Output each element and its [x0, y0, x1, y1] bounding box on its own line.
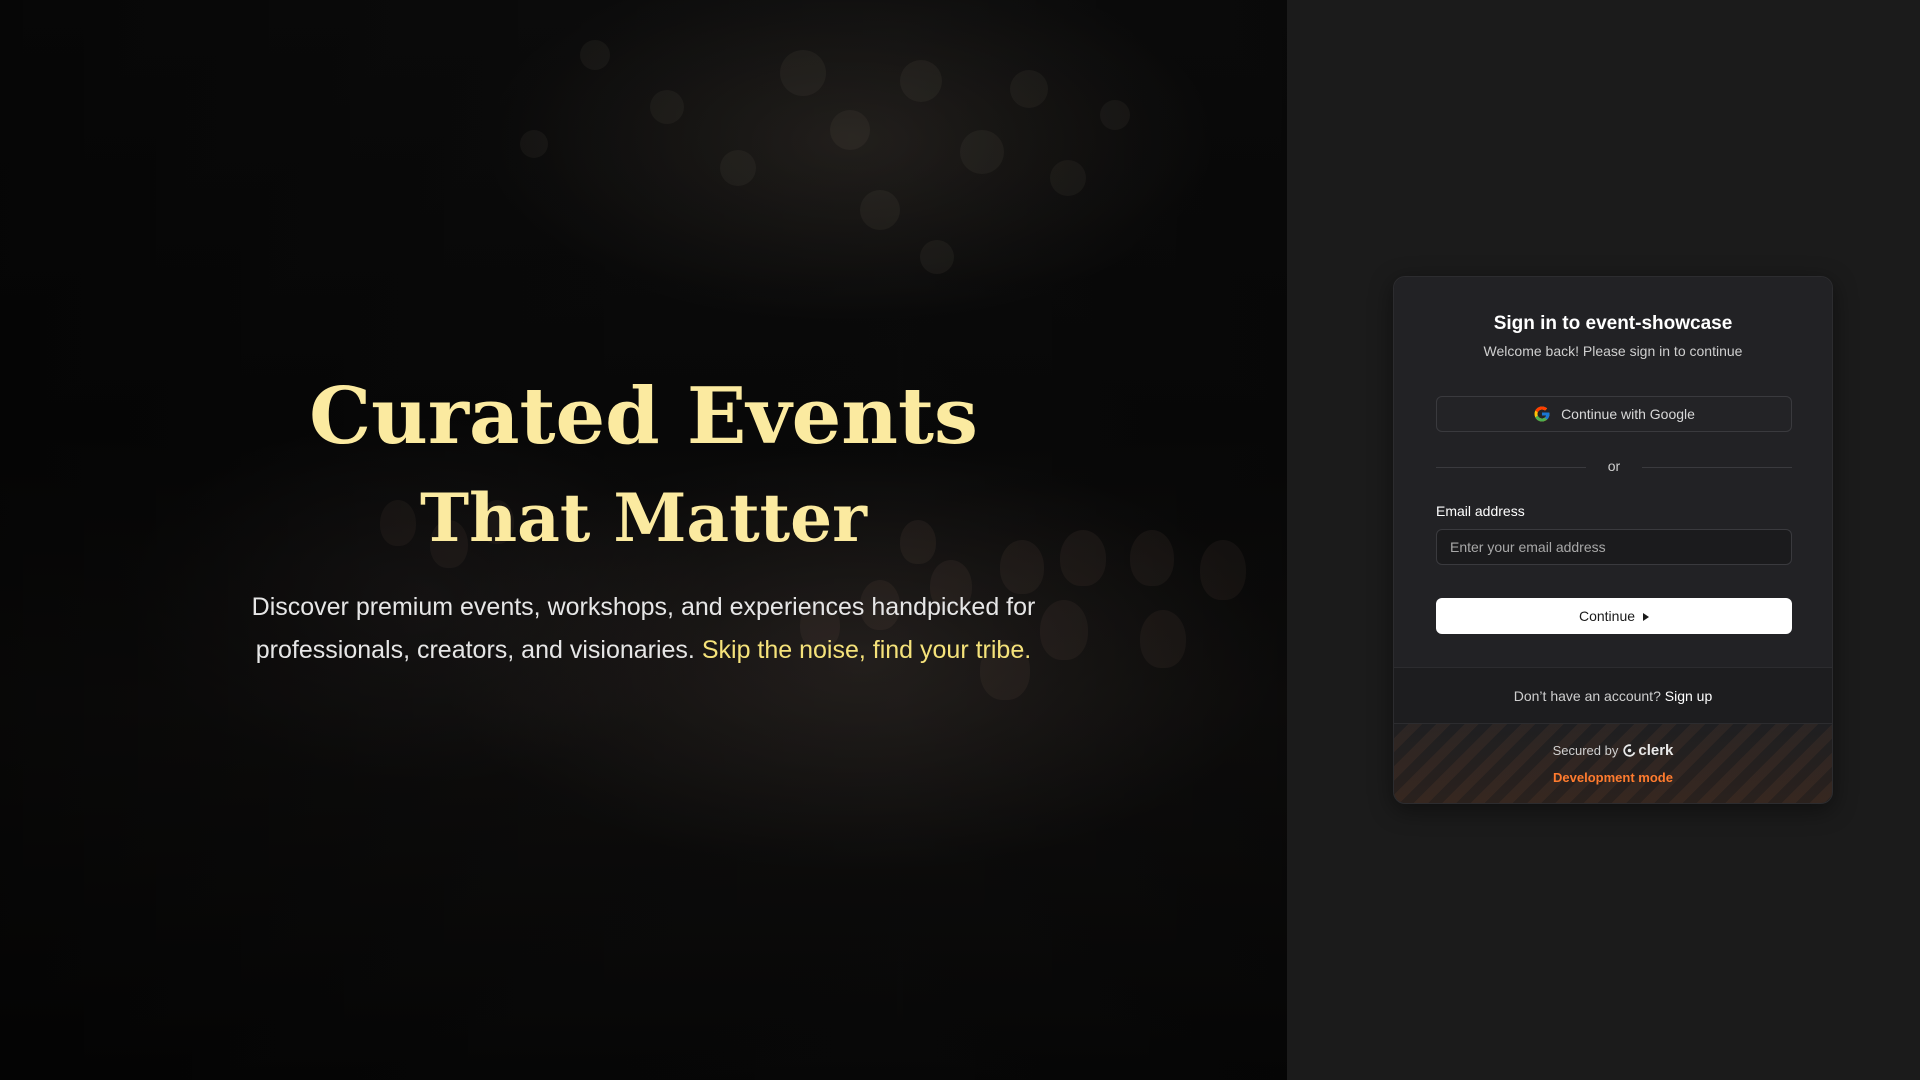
- secured-by: Secured by clerk: [1394, 742, 1832, 759]
- clerk-brand[interactable]: clerk: [1623, 742, 1673, 759]
- google-icon: [1533, 405, 1551, 423]
- email-input[interactable]: [1436, 529, 1792, 565]
- sign-in-card: Sign in to event-showcase Welcome back! …: [1393, 276, 1833, 804]
- secured-by-text: Secured by: [1552, 743, 1619, 758]
- signup-footer: Don’t have an account? Sign up: [1394, 667, 1832, 723]
- continue-button[interactable]: Continue: [1436, 598, 1792, 634]
- continue-button-label: Continue: [1578, 608, 1636, 624]
- hero-title: Curated Events: [309, 371, 978, 462]
- signup-prompt: Don’t have an account? Sign up: [1394, 688, 1832, 704]
- hero-tagline: Discover premium events, workshops, and …: [194, 586, 1094, 672]
- sign-in-form: Sign in to event-showcase Welcome back! …: [1394, 277, 1832, 667]
- signup-prompt-text: Don’t have an account?: [1513, 688, 1661, 704]
- dev-mode-banner: Secured by clerk Development mode: [1394, 723, 1832, 803]
- email-label: Email address: [1436, 503, 1525, 519]
- development-mode-label: Development mode: [1553, 770, 1673, 785]
- clerk-brand-text: clerk: [1638, 742, 1674, 759]
- hero-section: Curated Events That Matter Discover prem…: [0, 0, 1287, 1080]
- or-divider: or: [1436, 457, 1792, 477]
- clerk-logo-icon: [1623, 744, 1637, 757]
- google-button-label: Continue with Google: [1561, 406, 1695, 422]
- caret-right-icon: [1643, 612, 1650, 621]
- sign-in-subtitle: Welcome back! Please sign in to continue: [1483, 343, 1743, 359]
- hero-content: Curated Events That Matter Discover prem…: [0, 372, 1287, 672]
- sign-up-link[interactable]: Sign up: [1665, 688, 1712, 704]
- sign-in-title: Sign in to event-showcase: [1493, 313, 1733, 334]
- tagline-accent: Skip the noise, find your tribe.: [701, 636, 1032, 664]
- continue-with-google-button[interactable]: Continue with Google: [1436, 396, 1792, 432]
- divider-line-right: [1642, 467, 1792, 468]
- hero-subtitle: That Matter: [420, 479, 867, 557]
- divider-text: or: [1607, 458, 1621, 474]
